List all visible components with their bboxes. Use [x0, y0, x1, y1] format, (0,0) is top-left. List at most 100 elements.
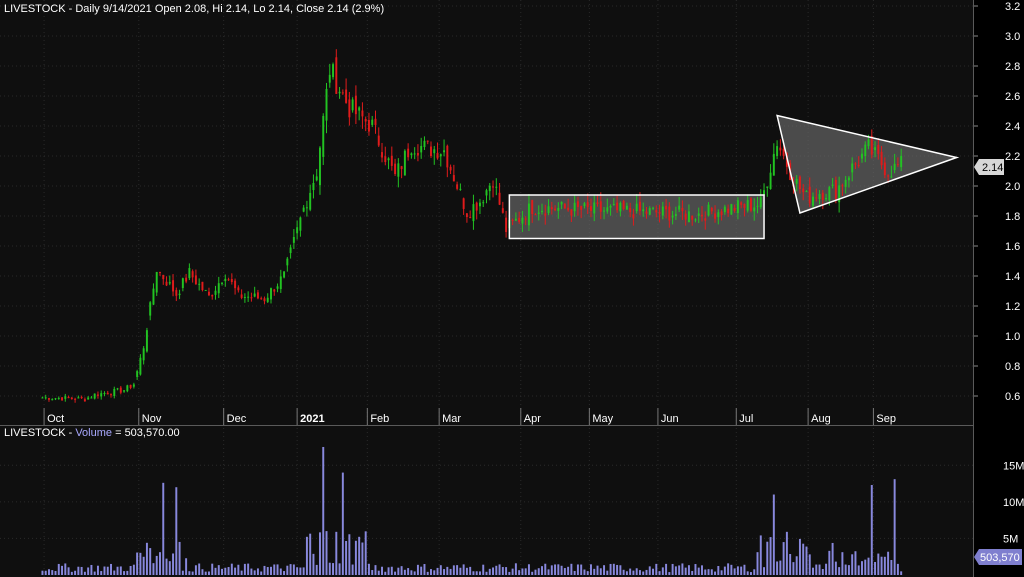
candle-body — [188, 268, 191, 279]
candle-body — [230, 279, 233, 282]
candle-body — [129, 384, 132, 388]
candle-body — [446, 145, 449, 168]
candle-body — [247, 296, 250, 298]
candle-body — [619, 202, 622, 212]
candle-body — [482, 202, 485, 204]
candle-body — [746, 200, 749, 211]
volume-bar — [776, 561, 779, 575]
candle-body — [292, 237, 295, 243]
volume-bar — [283, 571, 286, 575]
volume-bar — [145, 542, 148, 575]
candle-body — [570, 209, 573, 216]
candle-body — [596, 202, 599, 204]
candle-body — [260, 298, 263, 300]
volume-bar — [593, 568, 596, 575]
volume-bar — [563, 568, 566, 575]
volume-bar — [47, 569, 50, 575]
volume-bar — [159, 552, 161, 575]
volume-title-value: = 503,570.00 — [112, 427, 180, 439]
volume-bar — [808, 554, 811, 575]
volume-bar — [361, 542, 364, 575]
candle-body — [345, 89, 348, 103]
candle-body — [126, 385, 129, 392]
candle-body — [106, 392, 109, 395]
candle-body — [87, 397, 90, 400]
volume-bar — [812, 567, 814, 575]
volume-bar — [175, 487, 178, 575]
volume-bar — [319, 532, 321, 575]
month-label: Jun — [661, 413, 679, 425]
candle-body — [397, 163, 400, 177]
volume-bar — [374, 565, 377, 575]
volume-bar — [371, 570, 374, 575]
volume-bar — [492, 567, 495, 575]
volume-bar — [609, 563, 612, 575]
candle-body — [733, 208, 736, 211]
volume-title-prefix: LIVESTOCK - — [4, 427, 75, 439]
candle-body — [475, 202, 478, 211]
volume-bar — [410, 570, 413, 575]
volume-bar — [240, 570, 243, 575]
volume-bar — [900, 571, 903, 575]
candle-body — [782, 148, 785, 156]
volume-bar — [296, 567, 299, 575]
candle-body — [155, 271, 158, 293]
volume-bar — [508, 571, 511, 575]
candle-body — [554, 208, 557, 211]
candle-body — [547, 206, 550, 213]
month-label: Sep — [876, 413, 896, 425]
volume-bar — [221, 568, 224, 575]
volume-bar — [332, 563, 335, 575]
volume-bar — [234, 567, 237, 575]
month-label: May — [592, 413, 613, 425]
volume-bar — [864, 559, 867, 575]
candle-body — [211, 295, 214, 297]
volume-bar — [759, 535, 762, 575]
candle-body — [505, 217, 508, 233]
volume-bar — [485, 571, 488, 575]
volume-bar — [821, 569, 824, 575]
volume-bar — [351, 564, 354, 575]
volume-bar — [338, 563, 341, 575]
volume-bar — [181, 570, 184, 575]
volume-bar — [110, 563, 112, 575]
candle-body — [652, 207, 654, 209]
candle-body — [485, 190, 488, 196]
candle-body — [224, 278, 227, 282]
candle-body — [289, 247, 292, 254]
candle-body — [828, 187, 831, 201]
candle-body — [534, 214, 537, 216]
last-price-badge-text: 2.14 — [982, 162, 1003, 174]
volume-bar — [61, 565, 64, 575]
candle-body — [717, 212, 720, 218]
candle-body — [580, 205, 583, 210]
volume-bar — [96, 565, 99, 575]
month-label: Aug — [811, 413, 831, 425]
candle-body — [462, 198, 465, 209]
candle-body — [524, 218, 527, 220]
volume-bar — [168, 561, 171, 575]
candle-body — [629, 207, 632, 213]
volume-bar — [501, 567, 504, 575]
volume-bar — [694, 564, 697, 575]
volume-bar — [204, 571, 207, 575]
volume-bar — [495, 565, 498, 575]
volume-bar — [511, 568, 514, 575]
volume-bar — [227, 567, 230, 575]
volume-bar — [149, 548, 152, 575]
candle-body — [648, 208, 651, 215]
candle-body — [207, 291, 210, 296]
candle-body — [603, 210, 606, 212]
volume-bar — [387, 567, 390, 575]
volume-bar — [586, 571, 589, 575]
volume-bar — [818, 564, 821, 575]
candle-body — [812, 196, 814, 206]
volume-bar — [854, 551, 857, 575]
volume-bar — [547, 569, 550, 575]
volume-bar — [132, 564, 135, 575]
volume-bar — [279, 568, 282, 575]
candle-body — [831, 184, 834, 186]
volume-bar — [632, 570, 635, 575]
price-tick-label: 1.2 — [1005, 301, 1020, 313]
volume-bar — [671, 563, 674, 575]
